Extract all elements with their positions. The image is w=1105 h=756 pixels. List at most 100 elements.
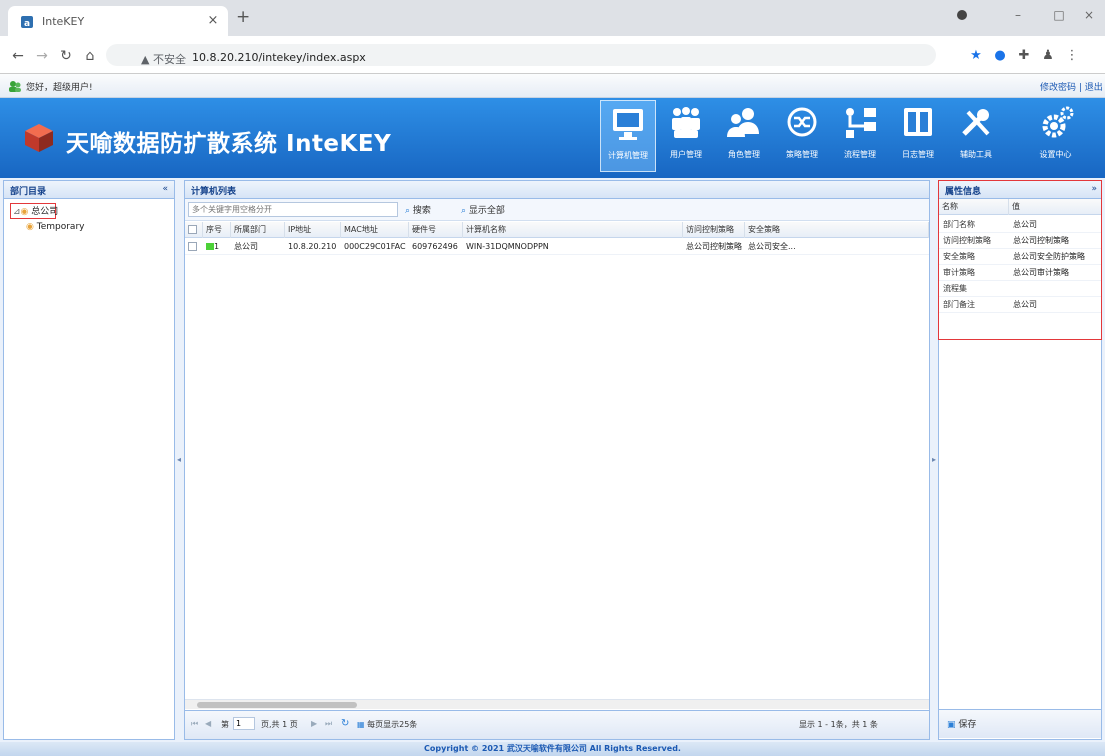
forward-icon[interactable]: → <box>34 48 50 64</box>
property-row[interactable]: 部门名称 总公司 <box>939 217 1101 233</box>
tab-favicon-icon: a <box>20 15 34 29</box>
cell-department: 总公司 <box>234 242 258 251</box>
search-button[interactable]: ⌕ 搜索 <box>405 203 431 216</box>
profile-dot-icon[interactable] <box>955 8 969 22</box>
browser-menu-icon[interactable]: ⋮ <box>1062 46 1082 66</box>
minimize-button[interactable]: – <box>995 0 1041 30</box>
property-row[interactable]: 流程集 <box>939 281 1101 297</box>
magnifier-icon: ⌕ <box>461 206 467 216</box>
roles-icon <box>727 108 759 137</box>
cell-ip: 10.8.20.210 <box>288 242 337 251</box>
next-page-icon[interactable]: ▶ <box>311 719 317 728</box>
greeting-text: 您好，超级用户! <box>26 83 93 93</box>
nav-label: 日志管理 <box>902 150 934 159</box>
nav-label: 设置中心 <box>1039 150 1072 159</box>
tree-node-headquarters[interactable]: ⊿◉ 总公司 <box>10 203 58 219</box>
nav-user-management[interactable]: 用户管理 <box>658 100 714 172</box>
property-panel-body: ▣ 保存 <box>938 340 1102 740</box>
row-checkbox[interactable] <box>185 239 203 255</box>
page-total: 页,共 1 页 <box>261 720 298 729</box>
extension-g-icon[interactable]: ● <box>990 46 1010 66</box>
users-group-icon <box>672 107 700 138</box>
home-icon[interactable]: ⌂ <box>82 48 98 64</box>
reload-icon[interactable]: ↻ <box>58 48 74 64</box>
left-splitter-handle[interactable]: ◂ <box>177 455 181 464</box>
nav-computer-management[interactable]: 计算机管理 <box>600 100 656 172</box>
tab-close-icon[interactable]: × <box>206 13 220 29</box>
search-button-label: 搜索 <box>412 206 431 216</box>
panel-title: 计算机列表 <box>185 181 929 199</box>
property-toolbar: ▣ 保存 <box>939 709 1101 738</box>
extensions-puzzle-icon[interactable]: ✚ <box>1014 46 1034 66</box>
cell-hardware-id: 609762496 <box>412 242 458 251</box>
back-icon[interactable]: ← <box>10 48 26 64</box>
prev-page-icon[interactable]: ◀ <box>205 719 211 728</box>
nav-label: 策略管理 <box>786 150 818 159</box>
browser-tab[interactable]: a InteKEY × <box>8 6 228 36</box>
nav-label: 角色管理 <box>728 150 760 159</box>
nav-strategy-management[interactable]: 策略管理 <box>774 100 830 172</box>
last-page-icon[interactable]: ⏭ <box>325 719 332 729</box>
nav-settings-center[interactable]: 设置中心 <box>1006 100 1105 172</box>
app-title: 天喻数据防扩散系统 InteKEY <box>66 131 392 157</box>
url-text[interactable]: 10.8.20.210/intekey/index.aspx <box>192 51 366 64</box>
nav-role-management[interactable]: 角色管理 <box>716 100 772 172</box>
panel-title: 属性信息 <box>939 181 1101 199</box>
col-mac[interactable]: MAC地址 <box>341 222 409 238</box>
tree-node-temporary[interactable]: ◉ Temporary <box>26 219 84 235</box>
scrollbar-thumb[interactable] <box>197 702 357 708</box>
right-splitter-handle[interactable]: ▸ <box>932 455 936 464</box>
refresh-icon[interactable]: ↻ <box>341 718 349 729</box>
insecure-warning[interactable]: ▲ 不安全 <box>141 51 186 67</box>
nav-label: 流程管理 <box>844 150 876 159</box>
property-row[interactable]: 部门备注 总公司 <box>939 297 1101 313</box>
nav-auxiliary-tools[interactable]: 辅助工具 <box>948 100 1004 172</box>
tree-node-label: Temporary <box>36 222 85 232</box>
panel-title: 部门目录 <box>4 181 174 199</box>
search-icon: ⌕ <box>405 206 411 216</box>
account-icon[interactable]: ♟ <box>1038 46 1058 66</box>
cell-computer-name: WIN-31DQMNODPPN <box>466 242 549 251</box>
select-all-checkbox[interactable] <box>185 222 203 238</box>
collapse-icon[interactable]: « <box>162 184 168 194</box>
col-security-policy[interactable]: 安全策略 <box>745 222 929 238</box>
col-department[interactable]: 所属部门 <box>231 222 285 238</box>
bookmark-star-icon[interactable]: ★ <box>966 46 986 66</box>
col-hardware-id[interactable]: 硬件号 <box>409 222 463 238</box>
department-panel: 部门目录 « ⊿◉ 总公司 ◉ Temporary <box>3 180 175 740</box>
property-panel: 属性信息 » 名称 值 部门名称 总公司 访问控制策略 总公司控制策略 安全策略 总公… <box>938 180 1102 340</box>
list-icon: ▦ <box>357 720 365 729</box>
search-input[interactable] <box>188 202 398 217</box>
nav-log-management[interactable]: 日志管理 <box>890 100 946 172</box>
property-row[interactable]: 安全策略 总公司安全防护策略 <box>939 249 1101 265</box>
table-row[interactable]: 1 总公司 10.8.20.210 000C29C01FAC 609762496… <box>185 239 929 255</box>
property-list: 部门名称 总公司 访问控制策略 总公司控制策略 安全策略 总公司安全防护策略 审计策略… <box>939 217 1101 313</box>
tools-icon <box>962 109 990 136</box>
property-row[interactable]: 访问控制策略 总公司控制策略 <box>939 233 1101 249</box>
cell-access-policy: 总公司控制策略 <box>686 242 742 251</box>
property-row[interactable]: 审计策略 总公司审计策略 <box>939 265 1101 281</box>
copyright-footer: Copyright © 2021 武汉天喻软件有限公司 All Rights R… <box>0 742 1105 756</box>
first-page-icon[interactable]: ⏮ <box>191 719 198 729</box>
per-page-select[interactable]: ▦ 每页显示25条 <box>357 719 417 730</box>
settings-gear-icon <box>1042 106 1073 138</box>
save-disk-icon: ▣ <box>947 720 956 730</box>
svg-text:a: a <box>24 19 30 29</box>
account-links[interactable]: 修改密码 | 退出 <box>1040 80 1103 93</box>
monitor-icon <box>613 109 643 140</box>
col-access-policy[interactable]: 访问控制策略 <box>683 222 745 238</box>
col-ip[interactable]: IP地址 <box>285 222 341 238</box>
new-tab-icon[interactable]: + <box>236 9 250 26</box>
tab-title: InteKEY <box>42 15 85 28</box>
col-computer-name[interactable]: 计算机名称 <box>463 222 683 238</box>
nav-label: 计算机管理 <box>608 151 648 160</box>
computer-list-panel: 计算机列表 ⌕ 搜索 ⌕ 显示全部 序号 所属部门 IP地址 MAC地址 硬件号… <box>184 180 930 740</box>
show-all-button[interactable]: ⌕ 显示全部 <box>461 203 505 216</box>
page-number-input[interactable] <box>233 717 255 730</box>
col-index[interactable]: 序号 <box>203 222 231 238</box>
nav-workflow-management[interactable]: 流程管理 <box>832 100 888 172</box>
collapse-icon[interactable]: » <box>1091 184 1097 194</box>
save-button[interactable]: ▣ 保存 <box>947 717 976 730</box>
close-window-button[interactable]: × <box>1066 0 1105 30</box>
horizontal-scrollbar[interactable] <box>185 699 929 709</box>
